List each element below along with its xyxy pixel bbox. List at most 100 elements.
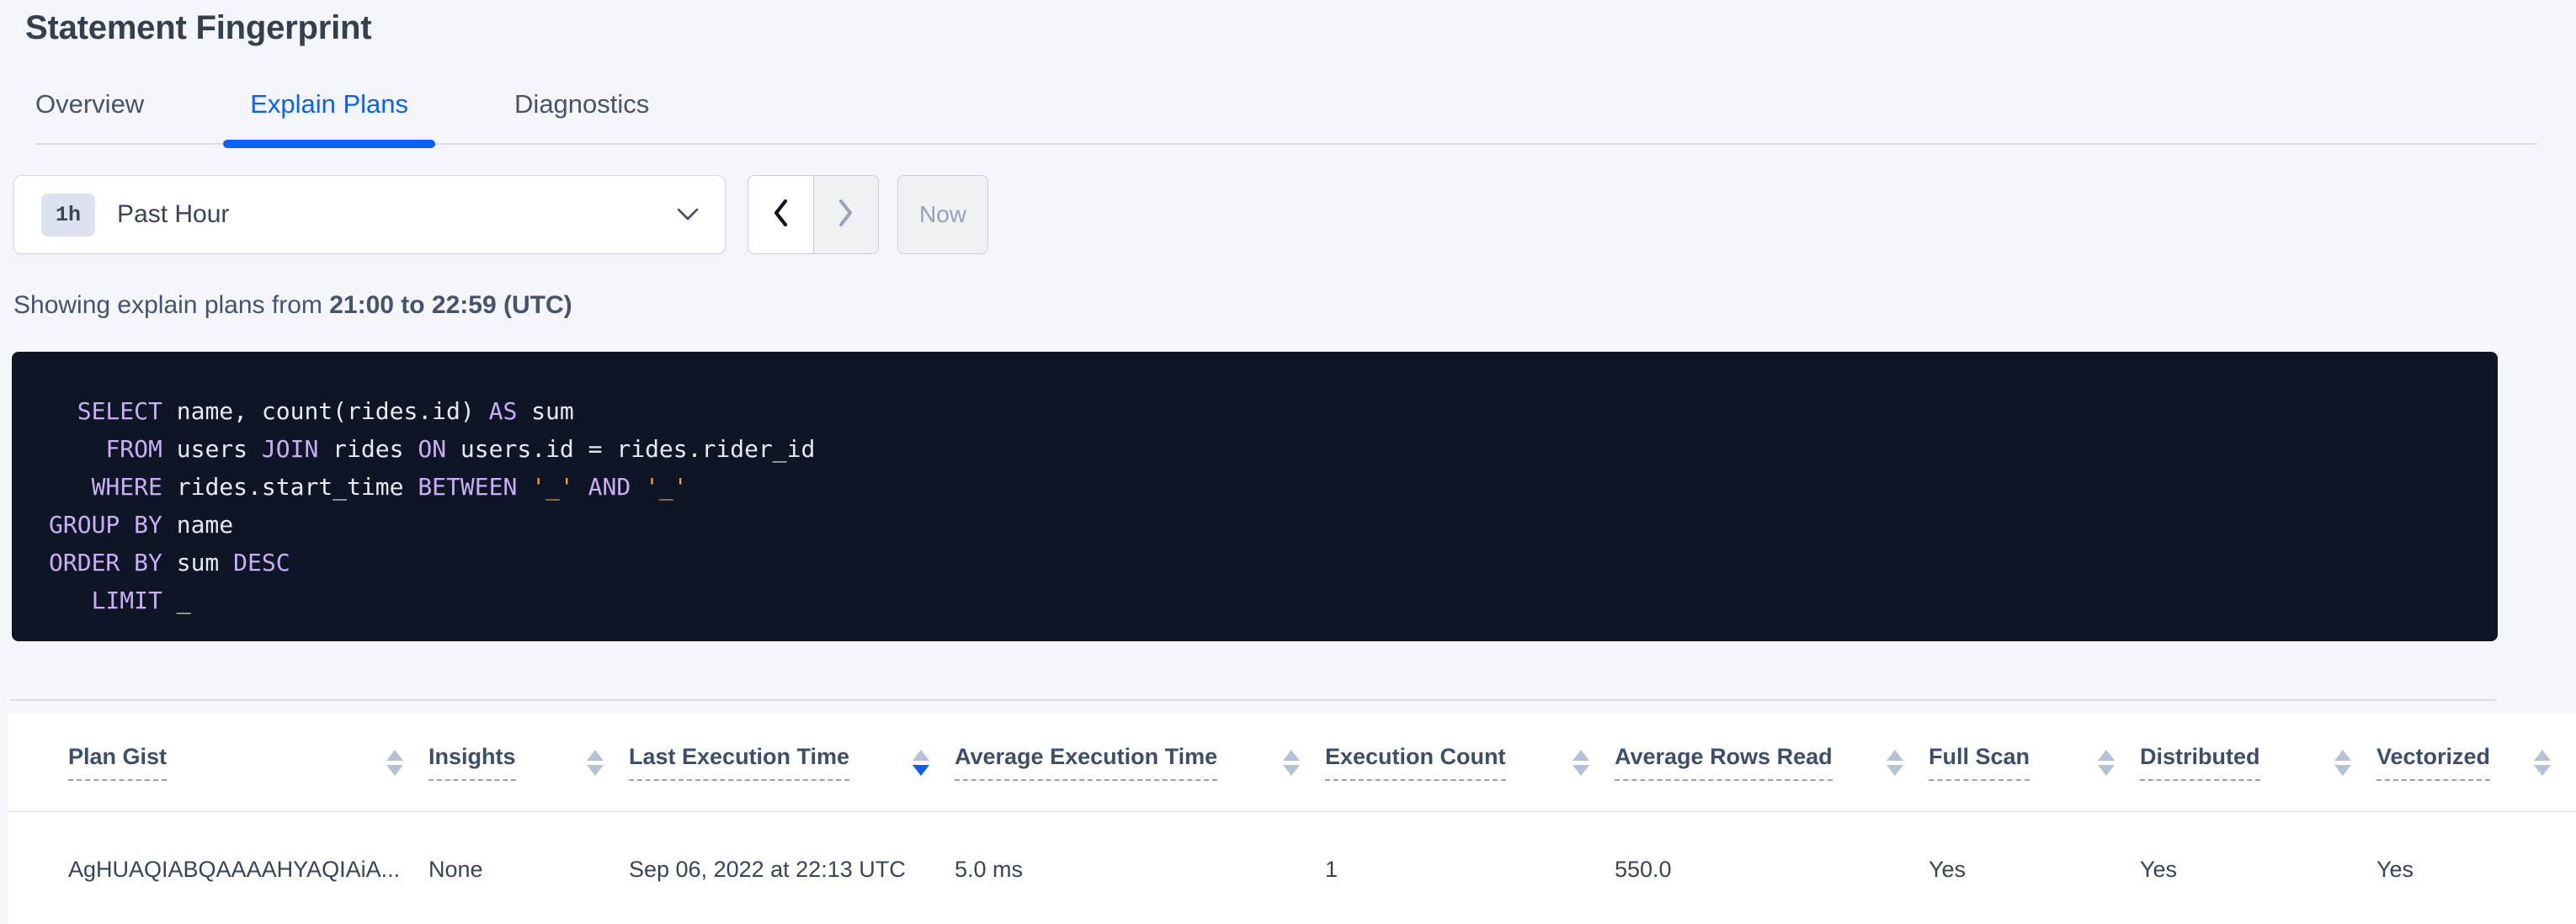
sql-keyword: ON	[418, 435, 446, 463]
column-header-label[interactable]: Full Scan	[1929, 744, 2030, 781]
sql-string-literal: '_'	[645, 473, 688, 501]
sql-text: rides.start_time	[162, 473, 418, 501]
sql-text: users	[162, 435, 262, 463]
table-header-row: Plan Gist Insights Last Execution Time Aver…	[8, 714, 2576, 812]
table-row: AgHUAQIABQAAAAHYAQIAiA...NoneSep 06, 202…	[8, 812, 2576, 924]
column-header-label[interactable]: Distributed	[2140, 744, 2260, 781]
column-header-plan-gist[interactable]: Plan Gist	[8, 714, 428, 811]
column-header-last-execution-time[interactable]: Last Execution Time	[629, 714, 955, 811]
showing-text-prefix: Showing explain plans from	[13, 291, 329, 319]
sort-up-icon	[1887, 750, 1903, 761]
table-cell: 1	[1325, 857, 1615, 883]
sort-up-icon	[2098, 750, 2115, 761]
sort-arrows-icon[interactable]	[2098, 750, 2115, 776]
column-header-label[interactable]: Average Execution Time	[955, 744, 1217, 781]
sort-arrows-icon[interactable]	[386, 750, 403, 776]
column-header-label[interactable]: Insights	[428, 744, 516, 781]
sort-up-icon	[386, 750, 403, 761]
table-cell: None	[428, 857, 629, 883]
column-header-label[interactable]: Last Execution Time	[629, 744, 849, 781]
table-cell: 5.0 ms	[955, 857, 1325, 883]
table-cell: Yes	[1929, 857, 2140, 883]
sql-statement-box: SELECT name, count(rides.id) AS sum FROM…	[12, 352, 2498, 641]
sql-text	[517, 473, 531, 501]
sql-text: _	[162, 587, 191, 614]
page-title: Statement Fingerprint	[25, 8, 2576, 47]
time-range-dropdown[interactable]: 1h Past Hour	[13, 175, 726, 254]
sort-down-icon	[386, 765, 403, 776]
column-header-full-scan[interactable]: Full Scan	[1929, 714, 2140, 811]
sql-text	[49, 397, 77, 425]
next-time-range-button[interactable]	[814, 176, 879, 253]
sql-string-literal: '_'	[531, 473, 574, 501]
sql-text	[574, 473, 588, 501]
column-header-label[interactable]: Vectorized	[2376, 744, 2490, 781]
sort-down-icon	[1573, 765, 1589, 776]
previous-time-range-button[interactable]	[748, 176, 814, 253]
sql-keyword: AND	[588, 473, 631, 501]
sql-text: users.id = rides.rider_id	[446, 435, 815, 463]
sort-down-icon	[2334, 765, 2351, 776]
sort-up-icon	[2534, 750, 2551, 761]
sort-arrows-icon[interactable]	[2334, 750, 2351, 776]
sort-up-icon	[1283, 750, 1300, 761]
column-header-execution-count[interactable]: Execution Count	[1325, 714, 1615, 811]
now-button[interactable]: Now	[897, 175, 988, 254]
sql-text	[49, 473, 92, 501]
column-header-vectorized[interactable]: Vectorized	[2376, 714, 2576, 811]
time-range-selected-value: Past Hour	[117, 200, 229, 229]
sql-text: rides	[318, 435, 418, 463]
sort-arrows-icon[interactable]	[1887, 750, 1903, 776]
sort-down-icon	[2098, 765, 2115, 776]
sql-text: name, count(rides.id)	[162, 397, 489, 425]
column-header-label[interactable]: Execution Count	[1325, 744, 1506, 781]
sql-text: sum	[162, 549, 233, 576]
sort-arrows-icon[interactable]	[913, 750, 929, 776]
sql-text	[49, 435, 105, 463]
column-header-distributed[interactable]: Distributed	[2140, 714, 2376, 811]
table-cell: Yes	[2376, 857, 2576, 883]
sql-keyword: ORDER BY	[49, 549, 162, 576]
sort-arrows-icon[interactable]	[1283, 750, 1300, 776]
sql-keyword: GROUP BY	[49, 511, 162, 539]
sort-down-icon	[1283, 765, 1300, 776]
chevron-left-icon	[770, 198, 790, 232]
sort-arrows-icon[interactable]	[1573, 750, 1589, 776]
sql-keyword: FROM	[105, 435, 162, 463]
tab-diagnostics[interactable]: Diagnostics	[514, 89, 649, 143]
plan-gist-cell[interactable]: AgHUAQIABQAAAAHYAQIAiA...	[8, 857, 428, 883]
table-cell: 550.0	[1615, 857, 1929, 883]
sql-keyword: AS	[489, 397, 518, 425]
explain-plans-table-card: Plan Gist Insights Last Execution Time Aver…	[8, 714, 2576, 924]
sort-up-icon	[913, 750, 929, 761]
sort-arrows-icon[interactable]	[2534, 750, 2551, 776]
sql-statement-code: SELECT name, count(rides.id) AS sum FROM…	[49, 392, 2464, 619]
showing-text-range: 21:00 to 22:59 (UTC)	[329, 291, 572, 319]
column-header-label[interactable]: Plan Gist	[68, 744, 167, 781]
column-header-average-rows-read[interactable]: Average Rows Read	[1615, 714, 1929, 811]
sort-up-icon	[587, 750, 604, 761]
chevron-right-icon	[836, 198, 856, 232]
section-divider	[10, 699, 2496, 701]
sql-keyword: LIMIT	[92, 587, 162, 614]
tab-explain-plans[interactable]: Explain Plans	[250, 89, 408, 143]
tab-bar: Overview Explain Plans Diagnostics	[35, 89, 2537, 145]
sort-up-icon	[2334, 750, 2351, 761]
sql-text	[631, 473, 645, 501]
showing-explain-plans-text: Showing explain plans from 21:00 to 22:5…	[13, 291, 2576, 320]
time-picker-row: 1h Past Hour Now	[13, 175, 2576, 254]
sort-up-icon	[1573, 750, 1589, 761]
sql-keyword: WHERE	[92, 473, 162, 501]
column-header-label[interactable]: Average Rows Read	[1615, 744, 1833, 781]
sql-keyword: DESC	[233, 549, 290, 576]
sql-text	[49, 587, 92, 614]
column-header-average-execution-time[interactable]: Average Execution Time	[955, 714, 1325, 811]
sort-arrows-icon[interactable]	[587, 750, 604, 776]
sort-down-icon	[1887, 765, 1903, 776]
time-range-badge: 1h	[41, 194, 95, 236]
table-body: AgHUAQIABQAAAAHYAQIAiA...NoneSep 06, 202…	[8, 812, 2576, 924]
sort-down-icon	[2534, 765, 2551, 776]
tab-overview[interactable]: Overview	[35, 89, 144, 143]
table-cell: Sep 06, 2022 at 22:13 UTC	[629, 857, 955, 883]
column-header-insights[interactable]: Insights	[428, 714, 629, 811]
